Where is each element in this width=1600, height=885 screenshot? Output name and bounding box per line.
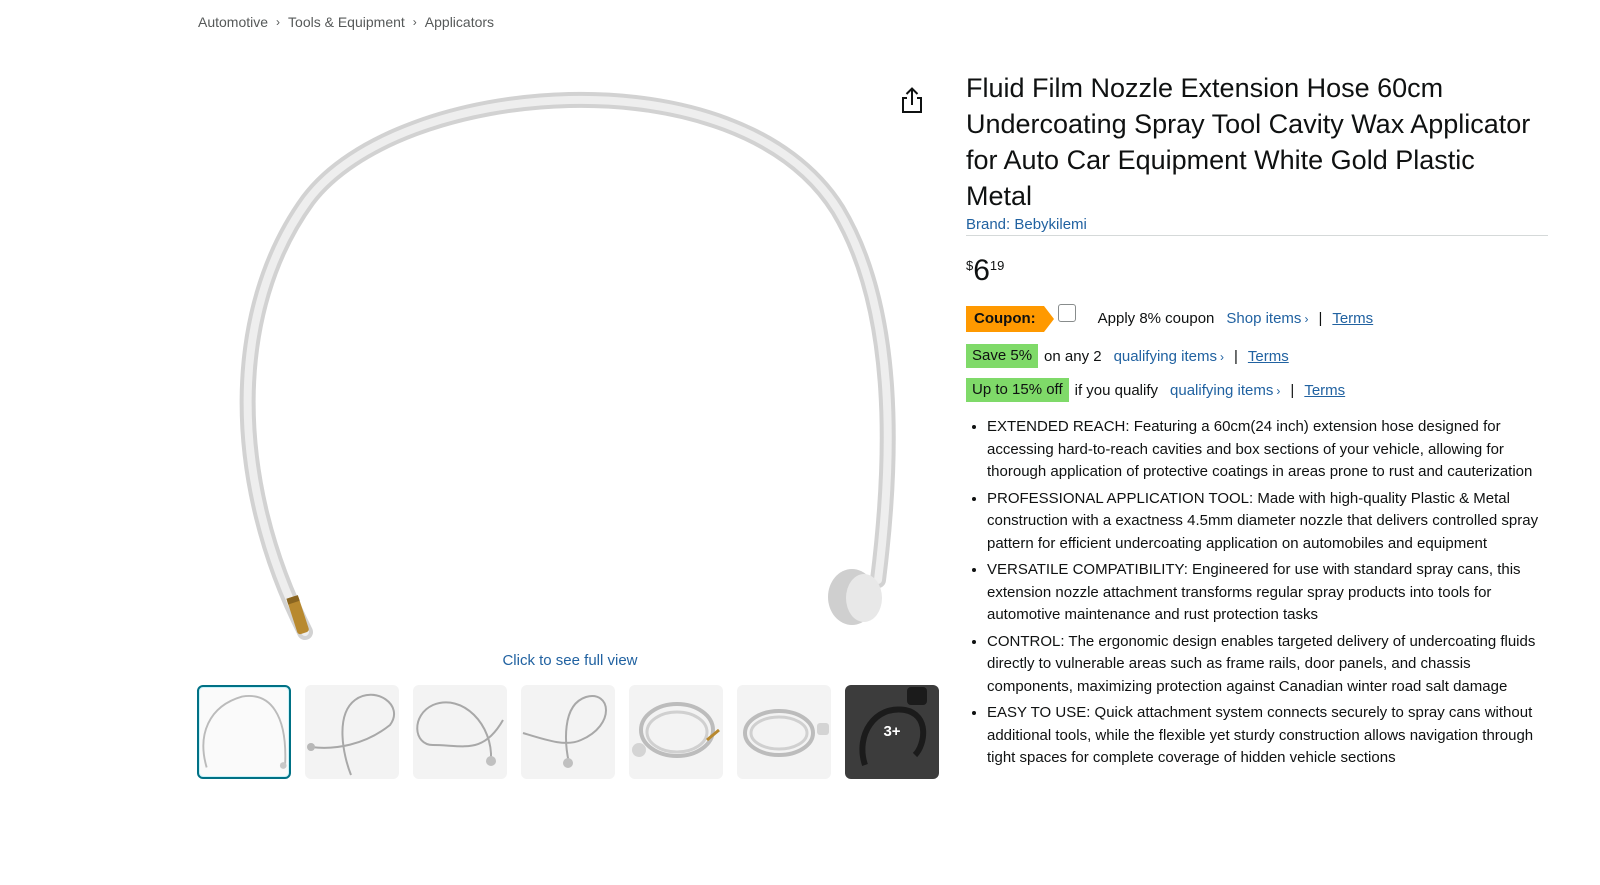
- thumbnail-6[interactable]: [737, 685, 831, 779]
- feature-bullet: PROFESSIONAL APPLICATION TOOL: Made with…: [987, 488, 1548, 556]
- coupon-shop-items-link[interactable]: Shop items ›: [1226, 310, 1308, 327]
- coupon-badge: Coupon:: [966, 306, 1054, 332]
- chevron-right-icon: ›: [1276, 383, 1281, 398]
- main-product-image[interactable]: [198, 60, 942, 650]
- brand-link[interactable]: Brand: Bebykilemi: [966, 216, 1548, 236]
- upto-qualifying-items-label: qualifying items: [1170, 381, 1274, 399]
- coupon-terms-link[interactable]: Terms: [1332, 310, 1373, 327]
- feature-bullet: CONTROL: The ergonomic design enables ta…: [987, 631, 1548, 699]
- feature-bullet: EASY TO USE: Quick attachment system con…: [987, 702, 1548, 770]
- save-qualifying-items-label: qualifying items: [1113, 347, 1217, 365]
- coupon-checkbox[interactable]: [1057, 304, 1076, 322]
- thumbnail-2[interactable]: [305, 685, 399, 779]
- product-details: Fluid Film Nozzle Extension Hose 60cm Un…: [966, 70, 1548, 774]
- save-qualifying-items-link[interactable]: qualifying items ›: [1114, 348, 1224, 365]
- price-symbol: $: [966, 258, 974, 273]
- breadcrumb: Automotive › Tools & Equipment › Applica…: [198, 14, 494, 30]
- more-images-label: 3+: [883, 723, 901, 740]
- price-fraction: 19: [989, 258, 1005, 273]
- divider: |: [1290, 381, 1295, 399]
- breadcrumb-separator: ›: [412, 15, 417, 29]
- price-whole: 6: [973, 254, 990, 287]
- upto-row: Up to 15% off if you qualify qualifying …: [966, 376, 1548, 404]
- share-icon[interactable]: [898, 86, 926, 116]
- price: $ 6 19: [966, 254, 1548, 288]
- breadcrumb-applicators[interactable]: Applicators: [425, 14, 494, 30]
- breadcrumb-tools-equipment[interactable]: Tools & Equipment: [288, 14, 405, 30]
- save-text: on any 2: [1044, 347, 1102, 365]
- feature-bullet: EXTENDED REACH: Featuring a 60cm(24 inch…: [987, 416, 1548, 484]
- full-view-link[interactable]: Click to see full view: [198, 652, 942, 669]
- chevron-right-icon: ›: [1219, 349, 1224, 364]
- hose-image: [239, 91, 896, 640]
- thumbnail-strip: 3+: [197, 685, 939, 779]
- upto-terms-link[interactable]: Terms: [1304, 382, 1345, 399]
- feature-bullets: EXTENDED REACH: Featuring a 60cm(24 inch…: [966, 416, 1548, 770]
- upto-qualifying-items-link[interactable]: qualifying items ›: [1170, 382, 1280, 399]
- coupon-row: Coupon: Apply 8% coupon Shop items › | Te…: [966, 304, 1548, 332]
- thumbnail-4[interactable]: [521, 685, 615, 779]
- upto-badge: Up to 15% off: [966, 378, 1069, 402]
- thumbnail-1[interactable]: [197, 685, 291, 779]
- chevron-right-icon: ›: [1304, 311, 1309, 326]
- breadcrumb-automotive[interactable]: Automotive: [198, 14, 268, 30]
- product-title: Fluid Film Nozzle Extension Hose 60cm Un…: [966, 73, 1531, 211]
- feature-bullet: VERSATILE COMPATIBILITY: Engineered for …: [987, 559, 1548, 627]
- save-terms-link[interactable]: Terms: [1248, 348, 1289, 365]
- upto-text: if you qualify: [1074, 381, 1159, 399]
- coupon-apply-label: Apply 8% coupon: [1097, 309, 1215, 327]
- save-badge: Save 5%: [966, 344, 1039, 368]
- breadcrumb-separator: ›: [276, 15, 281, 29]
- save-row: Save 5% on any 2 qualifying items › | Ter…: [966, 342, 1548, 370]
- coupon-shop-items-label: Shop items: [1226, 309, 1302, 327]
- thumbnail-3[interactable]: [413, 685, 507, 779]
- divider: |: [1233, 347, 1238, 365]
- thumbnail-5[interactable]: [629, 685, 723, 779]
- thumbnail-more[interactable]: 3+: [845, 685, 939, 779]
- divider: |: [1318, 309, 1323, 327]
